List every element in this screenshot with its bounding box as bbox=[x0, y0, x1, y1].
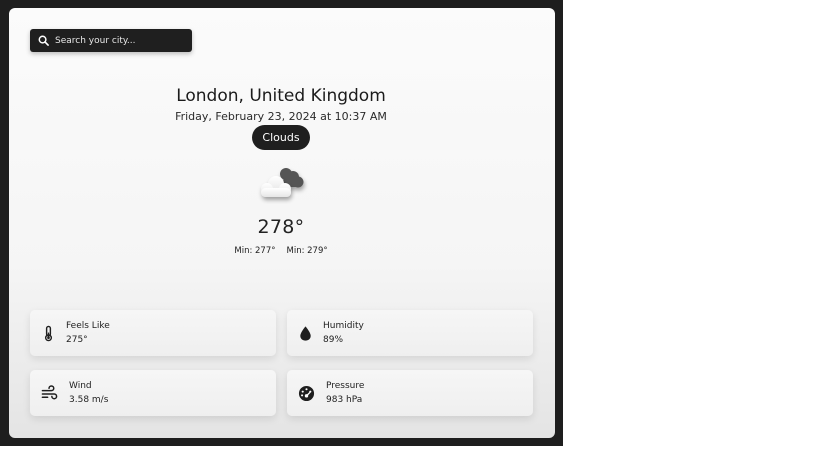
location-title: London, United Kingdom bbox=[176, 86, 386, 106]
date-time: Friday, February 23, 2024 at 10:37 AM bbox=[175, 110, 387, 123]
humidity-value: 89% bbox=[323, 335, 344, 345]
wind-card: Wind 3.58 m/s bbox=[30, 370, 276, 416]
browser-frame: London, United Kingdom Friday, February … bbox=[0, 0, 563, 446]
weather-card: London, United Kingdom Friday, February … bbox=[9, 8, 555, 438]
feels-like-card: Feels Like 275° bbox=[30, 310, 276, 356]
humidity-label: Humidity bbox=[323, 321, 364, 331]
search-input[interactable] bbox=[55, 35, 185, 46]
min-max-temps: Min: 277° Min: 279° bbox=[234, 246, 327, 256]
thermometer-icon bbox=[44, 325, 52, 341]
condition-badge: Clouds bbox=[252, 125, 310, 150]
max-temp: Min: 279° bbox=[286, 246, 328, 256]
pressure-label: Pressure bbox=[326, 381, 365, 391]
current-weather: London, United Kingdom Friday, February … bbox=[9, 86, 554, 256]
feels-like-label: Feels Like bbox=[66, 321, 110, 331]
humidity-card: Humidity 89% bbox=[287, 310, 533, 356]
wind-value: 3.58 m/s bbox=[69, 395, 109, 405]
pressure-value: 983 hPa bbox=[326, 395, 363, 405]
gauge-icon bbox=[298, 385, 314, 401]
wind-icon bbox=[41, 384, 57, 399]
feels-like-value: 275° bbox=[66, 335, 88, 345]
cloud-icon bbox=[261, 168, 304, 197]
water-drop-icon bbox=[299, 325, 311, 341]
min-temp: Min: 277° bbox=[234, 246, 276, 256]
search-icon bbox=[38, 35, 49, 46]
search-bar[interactable] bbox=[30, 29, 192, 52]
wind-label: Wind bbox=[69, 381, 92, 391]
pressure-card: Pressure 983 hPa bbox=[287, 370, 533, 416]
temperature-current: 278° bbox=[257, 216, 305, 238]
